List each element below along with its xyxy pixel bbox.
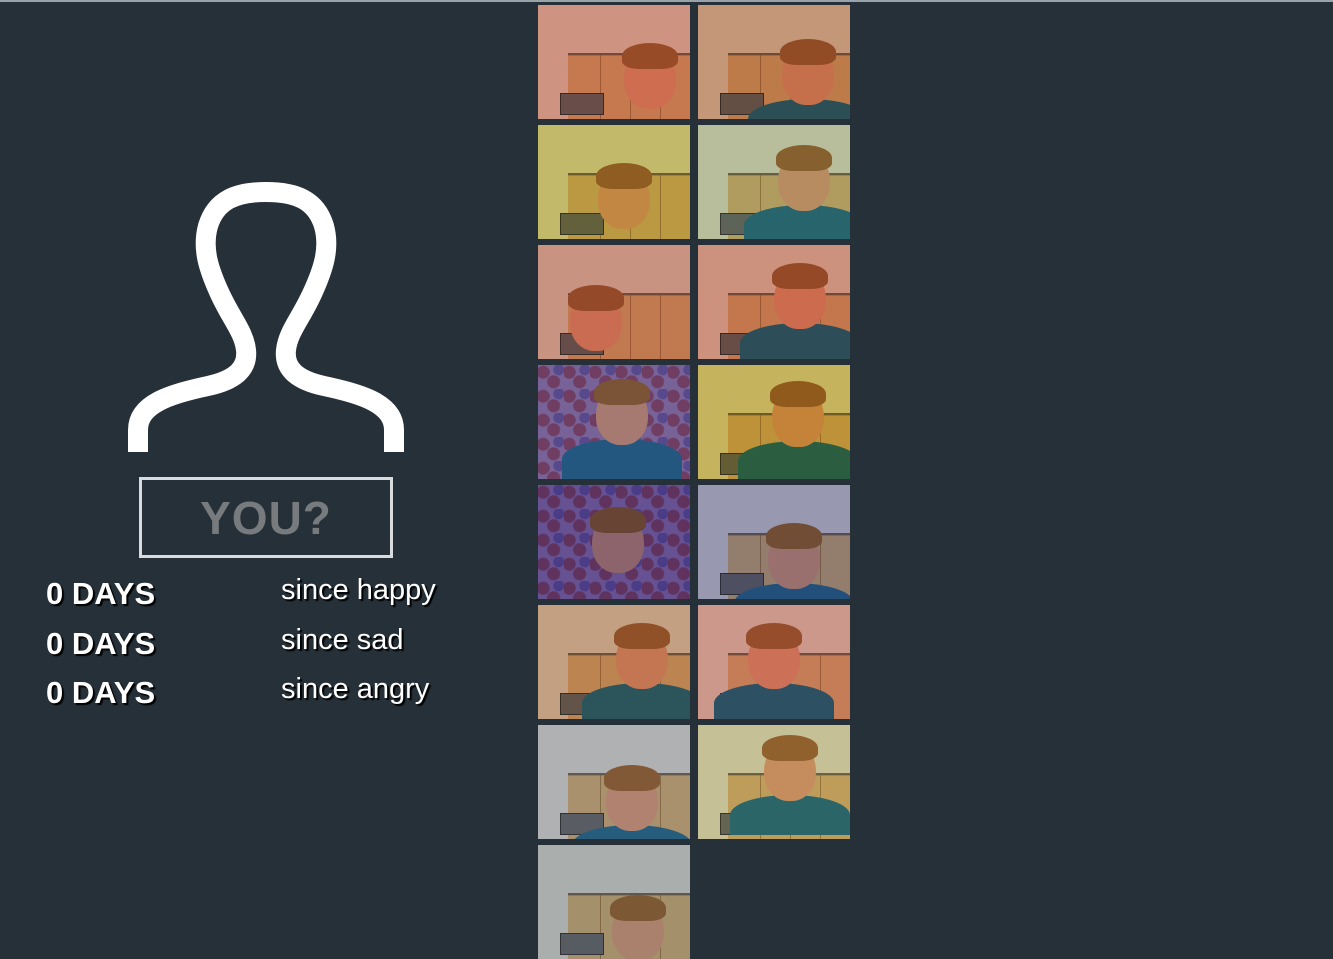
stat-label: since happy [281,574,436,606]
webcam-photo[interactable] [538,725,690,839]
webcam-photo[interactable] [538,245,690,359]
stat-label: since sad [281,623,404,656]
webcam-photo[interactable] [538,125,690,239]
top-divider [0,0,1333,2]
stat-row-happy: 0 DAYS since happy [46,572,466,622]
webcam-photo[interactable] [698,605,850,719]
stat-row-sad: 0 DAYS since sad [46,622,466,672]
webcam-photo[interactable] [538,365,690,479]
name-placeholder: YOU? [200,491,332,544]
person-silhouette-icon [128,182,404,452]
days-count: 0 DAYS [46,576,156,611]
name-input-box[interactable]: YOU? [139,477,393,558]
stat-label: since angry [281,673,430,705]
webcam-photo[interactable] [698,485,850,599]
webcam-photo[interactable] [538,5,690,119]
webcam-photo[interactable] [538,485,690,599]
days-count: 0 DAYS [46,675,156,710]
webcam-photo[interactable] [698,365,850,479]
mood-stats: 0 DAYS since happy 0 DAYS since sad 0 DA… [46,572,466,721]
webcam-photo[interactable] [698,245,850,359]
webcam-photo[interactable] [538,845,690,959]
webcam-photo[interactable] [698,725,850,839]
webcam-photo[interactable] [698,5,850,119]
webcam-photo[interactable] [698,125,850,239]
webcam-photo[interactable] [538,605,690,719]
days-count: 0 DAYS [46,625,156,661]
avatar [128,182,404,456]
stat-row-angry: 0 DAYS since angry [46,671,466,721]
